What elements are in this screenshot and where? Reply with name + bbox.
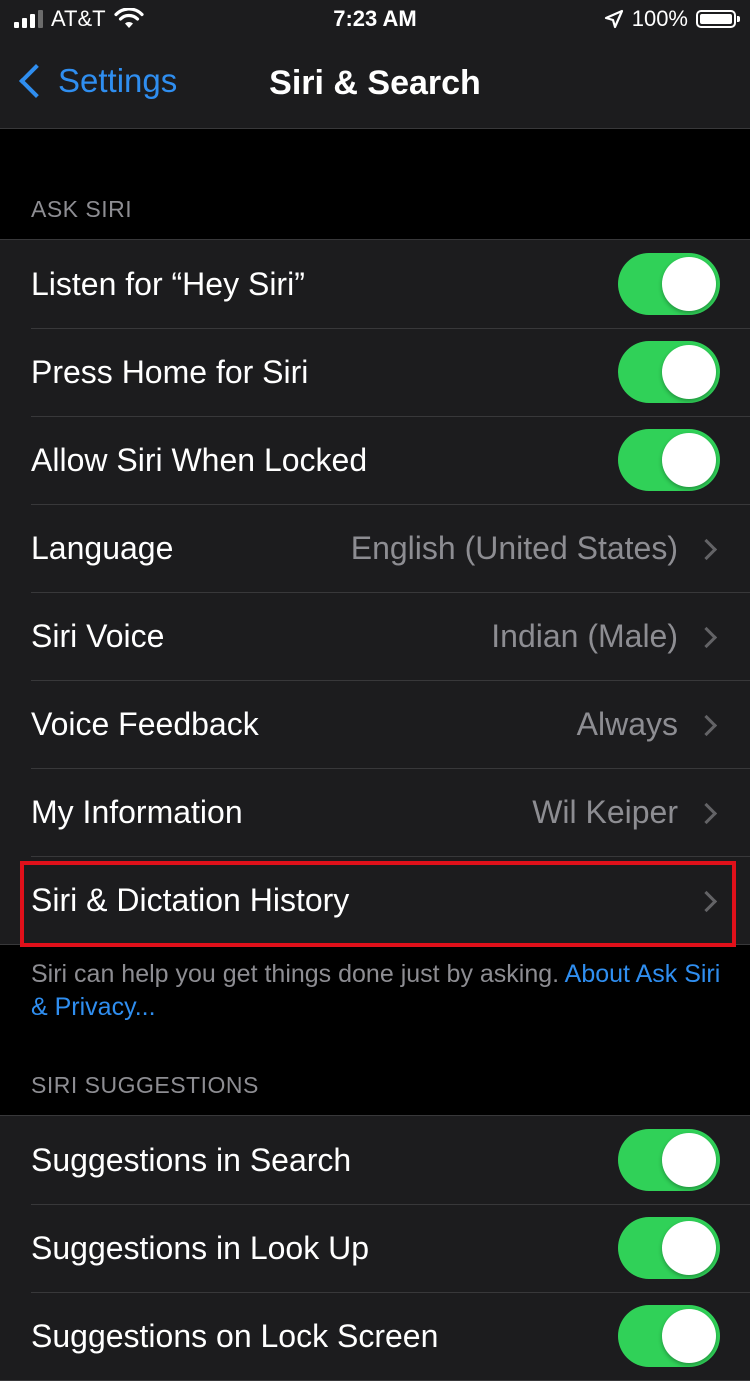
hey-siri-toggle[interactable] xyxy=(618,253,720,315)
section-header-siri-suggestions: SIRI SUGGESTIONS xyxy=(31,1072,259,1098)
footer-description: Siri can help you get things done just b… xyxy=(31,960,565,988)
row-value: Always xyxy=(576,705,678,742)
row-siri-dictation-history[interactable]: Siri & Dictation History xyxy=(0,856,750,944)
page-title: Siri & Search xyxy=(269,64,481,102)
row-label: Listen for “Hey Siri” xyxy=(31,265,305,302)
row-allow-when-locked: Allow Siri When Locked xyxy=(0,416,750,504)
row-label: Suggestions in Look Up xyxy=(31,1229,369,1266)
chevron-right-icon xyxy=(695,626,718,649)
suggestions-lock-screen-toggle[interactable] xyxy=(618,1305,720,1367)
row-label: Language xyxy=(31,529,174,566)
location-arrow-icon xyxy=(604,9,623,29)
row-language[interactable]: Language English (United States) xyxy=(0,504,750,592)
row-label: My Information xyxy=(31,793,243,830)
row-voice-feedback[interactable]: Voice Feedback Always xyxy=(0,680,750,768)
row-suggestions-in-look-up: Suggestions in Look Up xyxy=(0,1204,750,1292)
press-home-toggle[interactable] xyxy=(618,341,720,403)
chevron-right-icon xyxy=(695,714,718,737)
chevron-right-icon xyxy=(695,538,718,561)
row-label: Allow Siri When Locked xyxy=(31,441,368,478)
row-siri-voice[interactable]: Siri Voice Indian (Male) xyxy=(0,592,750,680)
status-right: 100% xyxy=(604,6,740,32)
row-label: Suggestions on Lock Screen xyxy=(31,1317,439,1354)
row-label: Voice Feedback xyxy=(31,705,259,742)
row-value: Wil Keiper xyxy=(532,793,678,830)
row-label: Press Home for Siri xyxy=(31,353,309,390)
suggestions-search-toggle[interactable] xyxy=(618,1129,720,1191)
section-header-ask-siri: ASK SIRI xyxy=(31,196,133,222)
row-value: Indian (Male) xyxy=(491,617,678,654)
row-suggestions-in-search: Suggestions in Search xyxy=(0,1116,750,1204)
battery-icon xyxy=(696,10,740,28)
siri-suggestions-group: Suggestions in Search Suggestions in Loo… xyxy=(0,1115,750,1381)
row-my-information[interactable]: My Information Wil Keiper xyxy=(0,768,750,856)
chevron-right-icon xyxy=(695,802,718,825)
allow-locked-toggle[interactable] xyxy=(618,429,720,491)
ask-siri-group: Listen for “Hey Siri” Press Home for Sir… xyxy=(0,239,750,945)
suggestions-lookup-toggle[interactable] xyxy=(618,1217,720,1279)
battery-percent: 100% xyxy=(631,6,688,31)
row-suggestions-lock-screen: Suggestions on Lock Screen xyxy=(0,1292,750,1380)
row-label: Siri & Dictation History xyxy=(31,881,350,918)
navigation-bar: Settings Siri & Search xyxy=(0,40,750,129)
chevron-right-icon xyxy=(695,890,718,913)
row-press-home: Press Home for Siri xyxy=(0,328,750,416)
row-listen-hey-siri: Listen for “Hey Siri” xyxy=(0,240,750,328)
status-bar: AT&T 7:23 AM 100% xyxy=(0,0,750,40)
row-label: Siri Voice xyxy=(31,617,165,654)
row-value: English (United States) xyxy=(350,529,678,566)
ask-siri-footer: Siri can help you get things done just b… xyxy=(31,958,721,1024)
row-label: Suggestions in Search xyxy=(31,1141,352,1178)
